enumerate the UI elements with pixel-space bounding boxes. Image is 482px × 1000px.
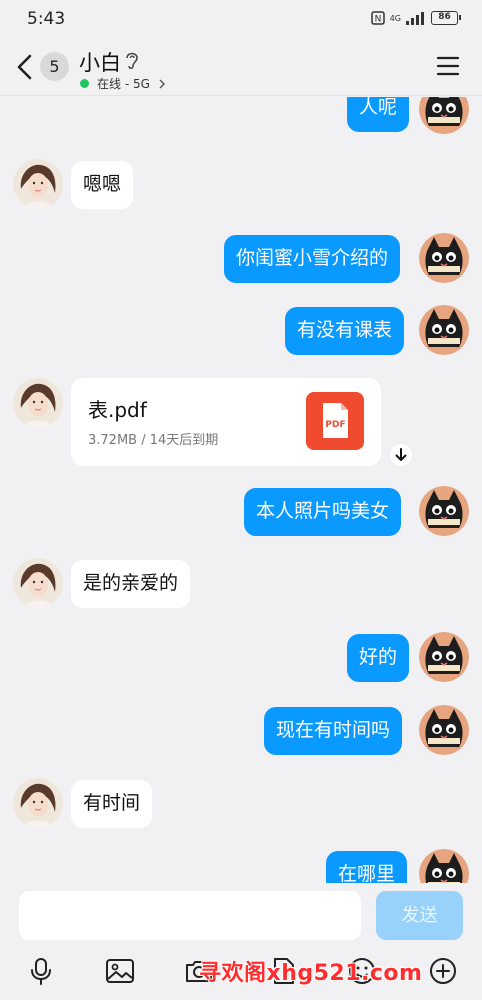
- chat-header: 5 小白 在线 - 5G: [0, 38, 482, 96]
- file-meta: 3.72MB / 14天后到期: [88, 433, 219, 448]
- image-icon[interactable]: [105, 956, 135, 986]
- message-bubble[interactable]: 好的: [347, 634, 410, 682]
- message-bubble[interactable]: 有没有课表: [285, 307, 405, 355]
- file-name: 表.pdf: [88, 398, 147, 422]
- chevron-right-icon: [159, 79, 165, 88]
- send-button[interactable]: 发送: [376, 891, 463, 940]
- my-avatar[interactable]: [419, 233, 469, 283]
- my-avatar[interactable]: [419, 97, 469, 134]
- battery-icon: 86: [431, 11, 461, 25]
- my-avatar[interactable]: [419, 632, 469, 682]
- mic-icon[interactable]: [26, 956, 56, 986]
- my-avatar[interactable]: [419, 849, 469, 883]
- download-arrow-icon: [395, 448, 407, 461]
- back-arrow-icon[interactable]: [14, 52, 36, 82]
- file-message-card[interactable]: 表.pdf 3.72MB / 14天后到期 PDF: [71, 378, 381, 466]
- contact-avatar[interactable]: [13, 378, 63, 428]
- ear-icon: [126, 52, 138, 69]
- contact-avatar[interactable]: [13, 558, 63, 608]
- message-input[interactable]: [19, 891, 361, 940]
- contact-avatar[interactable]: [13, 778, 63, 828]
- signal-icon: [406, 11, 424, 25]
- message-bubble[interactable]: 本人照片吗美女: [244, 488, 402, 536]
- message-bubble[interactable]: 你闺蜜小雪介绍的: [224, 235, 401, 283]
- status-time: 5:43: [27, 9, 66, 29]
- online-dot-icon: [80, 79, 89, 88]
- message-list[interactable]: 人呢 嗯嗯 你闺蜜小雪介绍的 有没有课表 表.pdf 3.72MB / 14天后…: [0, 97, 482, 883]
- pdf-file-icon: PDF: [306, 392, 364, 450]
- message-bubble[interactable]: 是的亲爱的: [71, 560, 191, 608]
- plus-icon[interactable]: [428, 956, 458, 986]
- my-avatar[interactable]: [419, 705, 469, 755]
- contact-avatar[interactable]: [13, 159, 63, 209]
- contact-name[interactable]: 小白: [79, 47, 121, 77]
- pdf-badge-text: PDF: [325, 420, 345, 430]
- menu-icon[interactable]: [436, 55, 460, 77]
- unread-count-badge[interactable]: 5: [40, 52, 69, 81]
- message-bubble[interactable]: 嗯嗯: [71, 161, 134, 209]
- nfc-icon: N: [370, 11, 385, 25]
- status-bar: 5:43 N 4G 86: [0, 0, 482, 38]
- network-type: 4G: [389, 13, 401, 23]
- message-bubble[interactable]: 现在有时间吗: [264, 707, 403, 755]
- my-avatar[interactable]: [419, 486, 469, 536]
- download-button[interactable]: [390, 444, 412, 466]
- message-bubble[interactable]: 有时间: [71, 780, 153, 828]
- my-avatar[interactable]: [419, 305, 469, 355]
- online-status-text: 在线 - 5G: [97, 77, 150, 91]
- status-icons: N 4G 86: [370, 11, 461, 25]
- svg-text:N: N: [374, 15, 381, 25]
- message-bubble[interactable]: 在哪里: [326, 851, 408, 883]
- watermark: 寻欢阁xhg521.com: [199, 961, 423, 986]
- message-bubble[interactable]: 人呢: [347, 97, 410, 132]
- online-status[interactable]: 在线 - 5G: [80, 75, 166, 92]
